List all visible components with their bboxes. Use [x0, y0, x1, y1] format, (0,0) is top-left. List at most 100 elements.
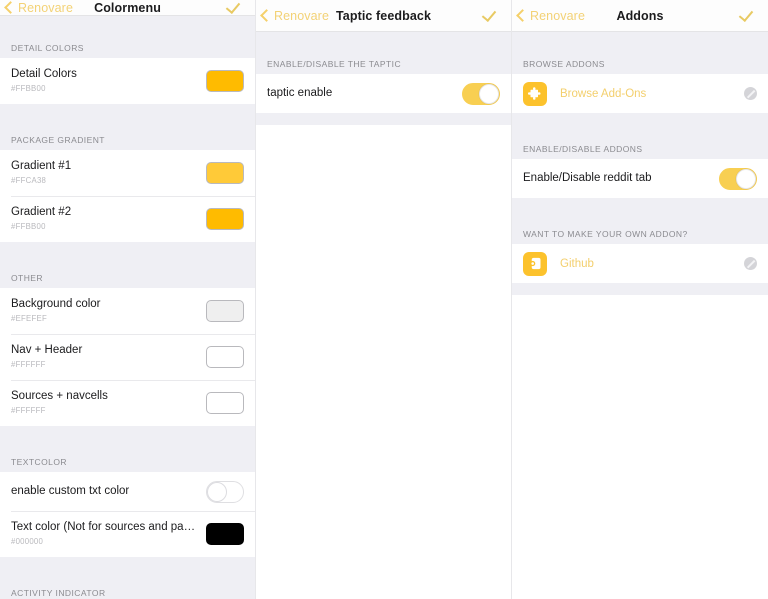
section-spacer — [0, 104, 255, 130]
row-detail-colors[interactable]: Detail Colors #FFBB00 — [0, 58, 255, 104]
color-swatch[interactable] — [206, 346, 244, 368]
three-panel-screenshot: Renovare Colormenu DETAIL COLORS Detail … — [0, 0, 768, 599]
bottom-spacer — [256, 113, 511, 125]
navbar-addons: Renovare Addons — [512, 0, 768, 32]
toggle-taptic-enable[interactable] — [462, 82, 500, 105]
row-text-color[interactable]: Text color (Not for sources and pac... #… — [0, 511, 255, 557]
color-swatch[interactable] — [206, 392, 244, 414]
row-background-color[interactable]: Background color #EFEFEF — [0, 288, 255, 334]
row-nav-header[interactable]: Nav + Header #FFFFFF — [0, 334, 255, 380]
back-button-label: Renovare — [530, 8, 585, 23]
section-header-enable-disable-taptic: ENABLE/DISABLE THE TAPTIC — [256, 54, 511, 74]
panel-taptic-feedback: Renovare Taptic feedback ENABLE/DISABLE … — [256, 0, 512, 599]
row-subtitle: #FFFFFF — [11, 406, 46, 415]
back-button-taptic[interactable]: Renovare — [256, 9, 329, 23]
toggle-enable-custom-txt-color[interactable] — [206, 480, 244, 503]
row-title: Sources + navcells — [11, 390, 108, 402]
navbar-colormenu: Renovare Colormenu — [0, 0, 255, 16]
row-gradient-1[interactable]: Gradient #1 #FFCA38 — [0, 150, 255, 196]
section-group-package-gradient: Gradient #1 #FFCA38 Gradient #2 #FFBB00 — [0, 150, 255, 242]
row-title: Enable/Disable reddit tab — [523, 172, 652, 184]
top-spacer — [0, 16, 255, 38]
back-button-addons[interactable]: Renovare — [512, 9, 585, 23]
row-text: taptic enable — [267, 86, 454, 101]
chevron-left-icon — [4, 1, 17, 14]
row-title: Gradient #1 — [11, 160, 72, 172]
panel-addons: Renovare Addons BROWSE ADDONS Browse Add… — [512, 0, 768, 599]
row-text: Text color (Not for sources and pac... #… — [11, 520, 198, 548]
checkmark-icon[interactable] — [483, 8, 498, 23]
section-group-own-addon: Github — [512, 244, 768, 283]
section-header-enable-disable-addons: ENABLE/DISABLE ADDONS — [512, 139, 768, 159]
row-title: Text color (Not for sources and pac... — [11, 521, 198, 533]
section-group-enable-disable-addons: Enable/Disable reddit tab — [512, 159, 768, 198]
section-header-activity-indicator: ACTIVITY INDICATOR — [0, 583, 255, 599]
section-header-package-gradient: PACKAGE GRADIENT — [0, 130, 255, 150]
row-title: Background color — [11, 298, 101, 310]
section-header-own-addon: WANT TO MAKE YOUR OWN ADDON? — [512, 224, 768, 244]
row-subtitle: #FFBB00 — [11, 222, 46, 231]
color-swatch[interactable] — [206, 70, 244, 92]
section-spacer — [0, 557, 255, 583]
row-text: Enable/Disable reddit tab — [523, 171, 711, 186]
row-sources-navcells[interactable]: Sources + navcells #FFFFFF — [0, 380, 255, 426]
chevron-left-icon — [516, 9, 529, 22]
row-subtitle: #FFFFFF — [11, 360, 46, 369]
row-taptic-enable[interactable]: taptic enable — [256, 74, 511, 113]
section-header-detail-colors: DETAIL COLORS — [0, 38, 255, 58]
section-group-textcolor: enable custom txt color Text color (Not … — [0, 472, 255, 557]
toggle-knob — [736, 168, 756, 189]
section-spacer — [512, 198, 768, 224]
row-enable-custom-txt-color[interactable]: enable custom txt color — [0, 472, 255, 511]
section-spacer — [0, 242, 255, 268]
color-swatch[interactable] — [206, 162, 244, 184]
bottom-spacer — [512, 283, 768, 295]
row-browse-add-ons[interactable]: Browse Add-Ons — [512, 74, 768, 113]
row-text: enable custom txt color — [11, 484, 198, 499]
panel-body-addons: BROWSE ADDONS Browse Add-Ons ENABLE/DISA… — [512, 32, 768, 295]
section-header-textcolor: TEXTCOLOR — [0, 452, 255, 472]
row-gradient-2[interactable]: Gradient #2 #FFBB00 — [0, 196, 255, 242]
row-text: Gradient #2 #FFBB00 — [11, 205, 198, 233]
panel-body-taptic: ENABLE/DISABLE THE TAPTIC taptic enable — [256, 32, 511, 125]
row-text: Sources + navcells #FFFFFF — [11, 389, 198, 417]
row-subtitle: #FFCA38 — [11, 176, 47, 185]
row-title: taptic enable — [267, 87, 333, 99]
row-title: Browse Add-Ons — [560, 87, 647, 100]
top-spacer — [512, 32, 768, 54]
disclosure-disabled-icon — [744, 257, 757, 270]
section-group-browse-addons: Browse Add-Ons — [512, 74, 768, 113]
section-spacer — [0, 426, 255, 452]
row-github[interactable]: Github — [512, 244, 768, 283]
row-title: enable custom txt color — [11, 485, 130, 497]
empty-area — [512, 295, 768, 599]
section-spacer — [512, 113, 768, 139]
row-text: Detail Colors #FFBB00 — [11, 67, 198, 95]
back-button-label: Renovare — [18, 0, 73, 15]
github-box-icon — [523, 251, 547, 276]
row-text: Gradient #1 #FFCA38 — [11, 159, 198, 187]
section-group-detail-colors: Detail Colors #FFBB00 — [0, 58, 255, 104]
row-enable-disable-reddit-tab[interactable]: Enable/Disable reddit tab — [512, 159, 768, 198]
row-subtitle: #FFBB00 — [11, 84, 46, 93]
checkmark-icon[interactable] — [227, 0, 242, 15]
color-swatch[interactable] — [206, 523, 244, 545]
row-title: Gradient #2 — [11, 206, 72, 218]
section-header-other: OTHER — [0, 268, 255, 288]
row-title: Detail Colors — [11, 68, 77, 80]
color-swatch[interactable] — [206, 208, 244, 230]
row-text: Background color #EFEFEF — [11, 297, 198, 325]
row-title: Nav + Header — [11, 344, 83, 356]
row-subtitle: #EFEFEF — [11, 314, 47, 323]
puzzle-piece-icon — [523, 81, 547, 106]
row-text: Nav + Header #FFFFFF — [11, 343, 198, 371]
back-button-colormenu[interactable]: Renovare — [0, 1, 73, 15]
checkmark-icon[interactable] — [740, 8, 755, 23]
toggle-knob — [479, 83, 499, 104]
toggle-knob — [207, 481, 227, 502]
toggle-enable-disable-reddit-tab[interactable] — [719, 167, 757, 190]
row-title: Github — [560, 257, 594, 270]
disclosure-disabled-icon — [744, 87, 757, 100]
back-button-label: Renovare — [274, 8, 329, 23]
color-swatch[interactable] — [206, 300, 244, 322]
